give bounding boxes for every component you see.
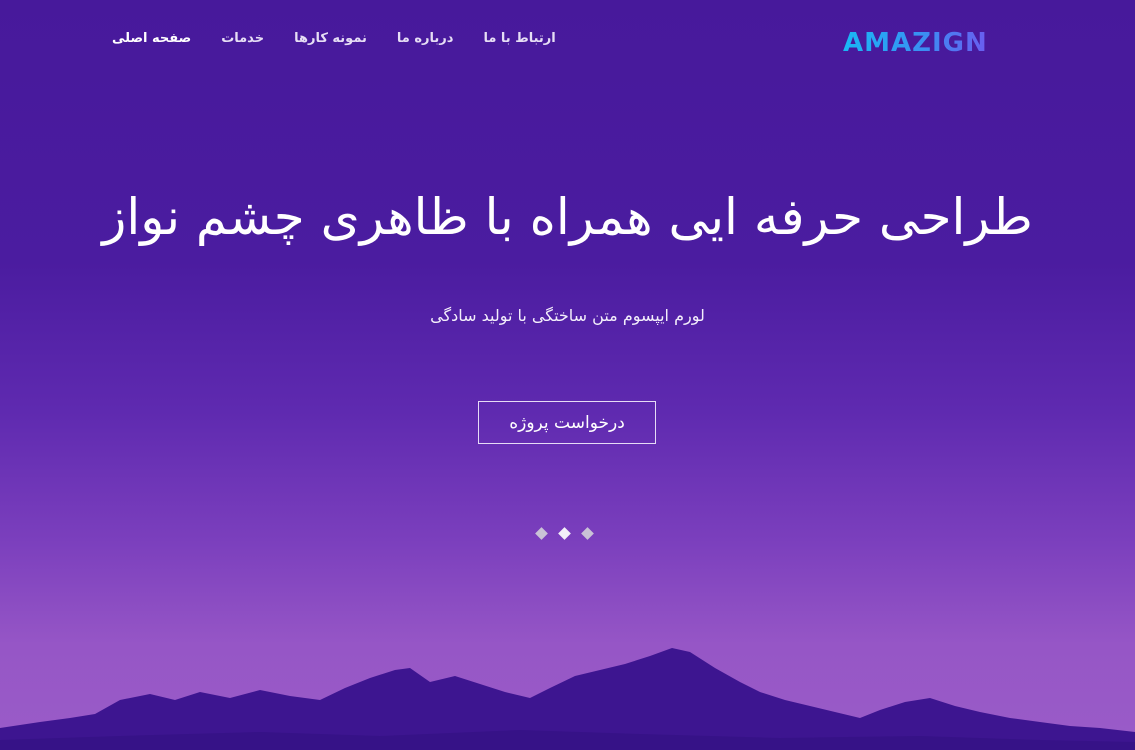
- mountains-silhouette: [0, 648, 1135, 750]
- slider-dot[interactable]: [535, 527, 548, 540]
- hero-title: طراحی حرفه ایی همراه با ظاهری چشم نواز: [102, 188, 1033, 246]
- slider-dots: [535, 527, 594, 540]
- main-menu: صفحه اصلی خدمات نمونه کارها درباره ما ار…: [112, 31, 556, 46]
- nav-item-contact[interactable]: ارتباط با ما: [483, 31, 555, 46]
- nav-item-portfolio[interactable]: نمونه کارها: [294, 31, 367, 46]
- slider-dot-active[interactable]: [558, 527, 571, 540]
- hero-section: صفحه اصلی خدمات نمونه کارها درباره ما ار…: [0, 0, 1135, 750]
- request-project-button[interactable]: درخواست پروژه: [478, 401, 656, 444]
- nav-item-services[interactable]: خدمات: [221, 31, 264, 46]
- top-navbar: صفحه اصلی خدمات نمونه کارها درباره ما ار…: [0, 0, 1135, 80]
- brand-logo[interactable]: AMAZIGN: [843, 28, 988, 58]
- hero-subtitle: لورم ایپسوم متن ساختگی با تولید سادگی: [430, 306, 705, 325]
- slider-dot[interactable]: [581, 527, 594, 540]
- nav-item-home[interactable]: صفحه اصلی: [112, 31, 191, 46]
- nav-item-about[interactable]: درباره ما: [397, 31, 454, 46]
